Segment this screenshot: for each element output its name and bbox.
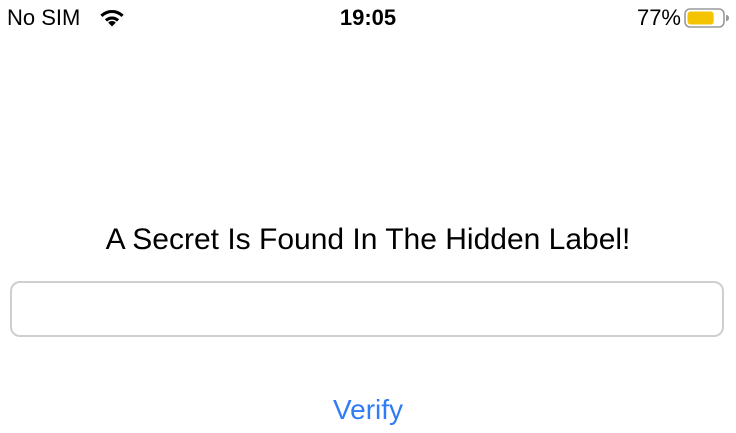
page-title: A Secret Is Found In The Hidden Label! [105,223,631,256]
verify-button[interactable]: Verify [0,390,736,430]
verify-button-label: Verify [332,394,404,425]
battery-icon [684,8,729,28]
status-bar: No SIM 19:05 77% [0,0,736,36]
clock: 19:05 [339,5,397,30]
battery-percentage: 77% [636,5,681,30]
secret-input[interactable] [10,281,724,337]
app-screen: No SIM 19:05 77% A Secret Is Found In Th… [0,0,736,433]
